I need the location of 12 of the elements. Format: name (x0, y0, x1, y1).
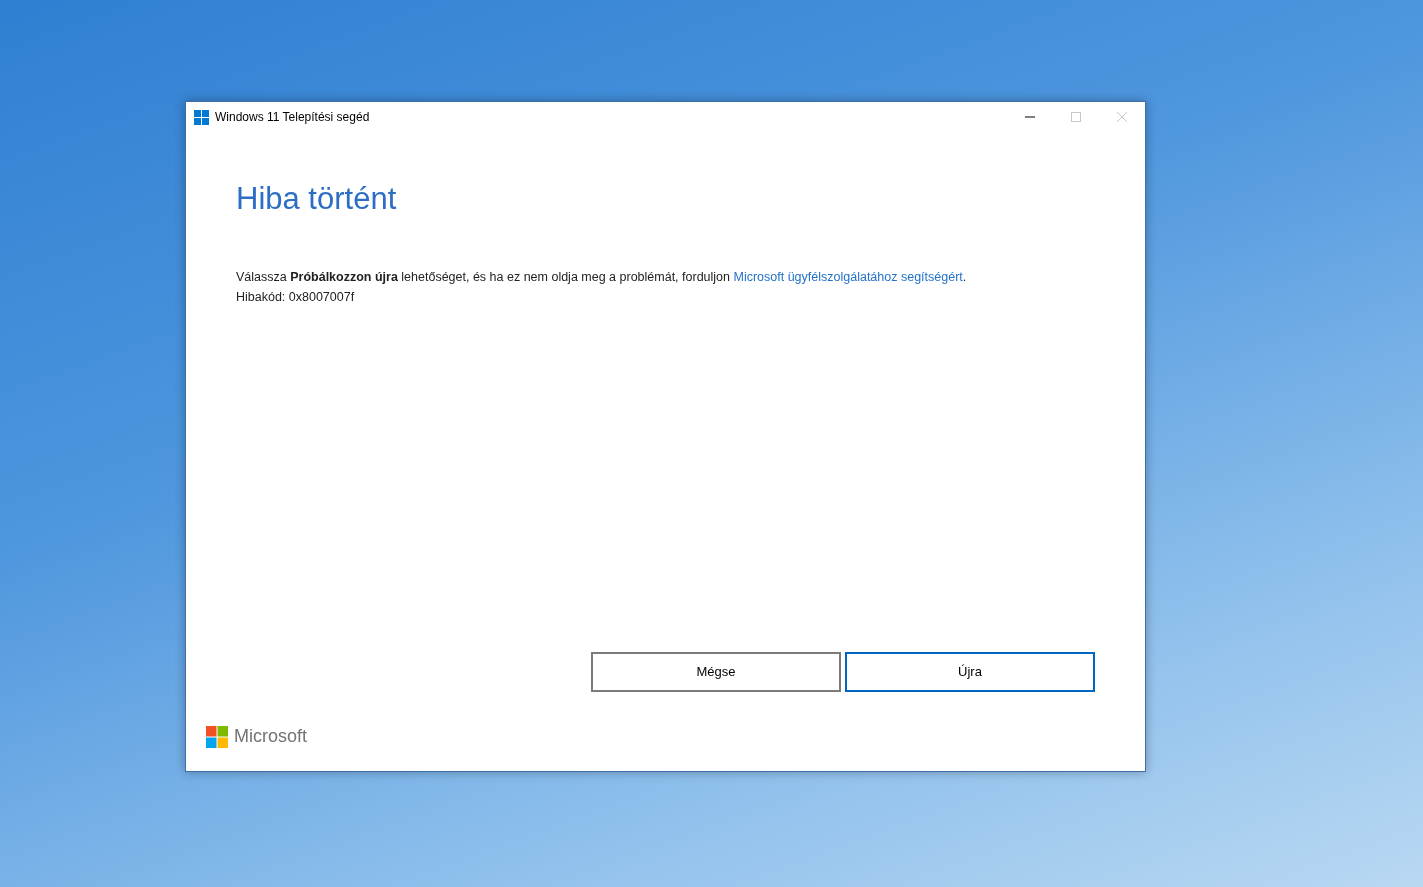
dialog-button[interactable]: Újra (845, 652, 1095, 692)
error-code: Hibakód: 0x8007007f (236, 289, 356, 307)
dialog-button[interactable]: Mégse (591, 652, 841, 692)
window-title: Windows 11 Telepítési segéd (215, 109, 370, 126)
microsoft-logo-icon (206, 725, 228, 748)
support-link[interactable]: Microsoft ügyfélszolgálatához segítségért (733, 270, 963, 285)
maximize-icon (1071, 112, 1081, 122)
close-icon (1117, 112, 1127, 122)
windows-logo-icon (194, 109, 209, 125)
brand-name: Microsoft (234, 725, 307, 748)
error-heading: Hiba történt (236, 180, 398, 218)
error-message: Válassza Próbálkozzon újra lehetőséget, és ha ez nem oldja meg a problémát, forduljon Microsoft ügyfélszolgálatához segítségért. (236, 269, 968, 287)
